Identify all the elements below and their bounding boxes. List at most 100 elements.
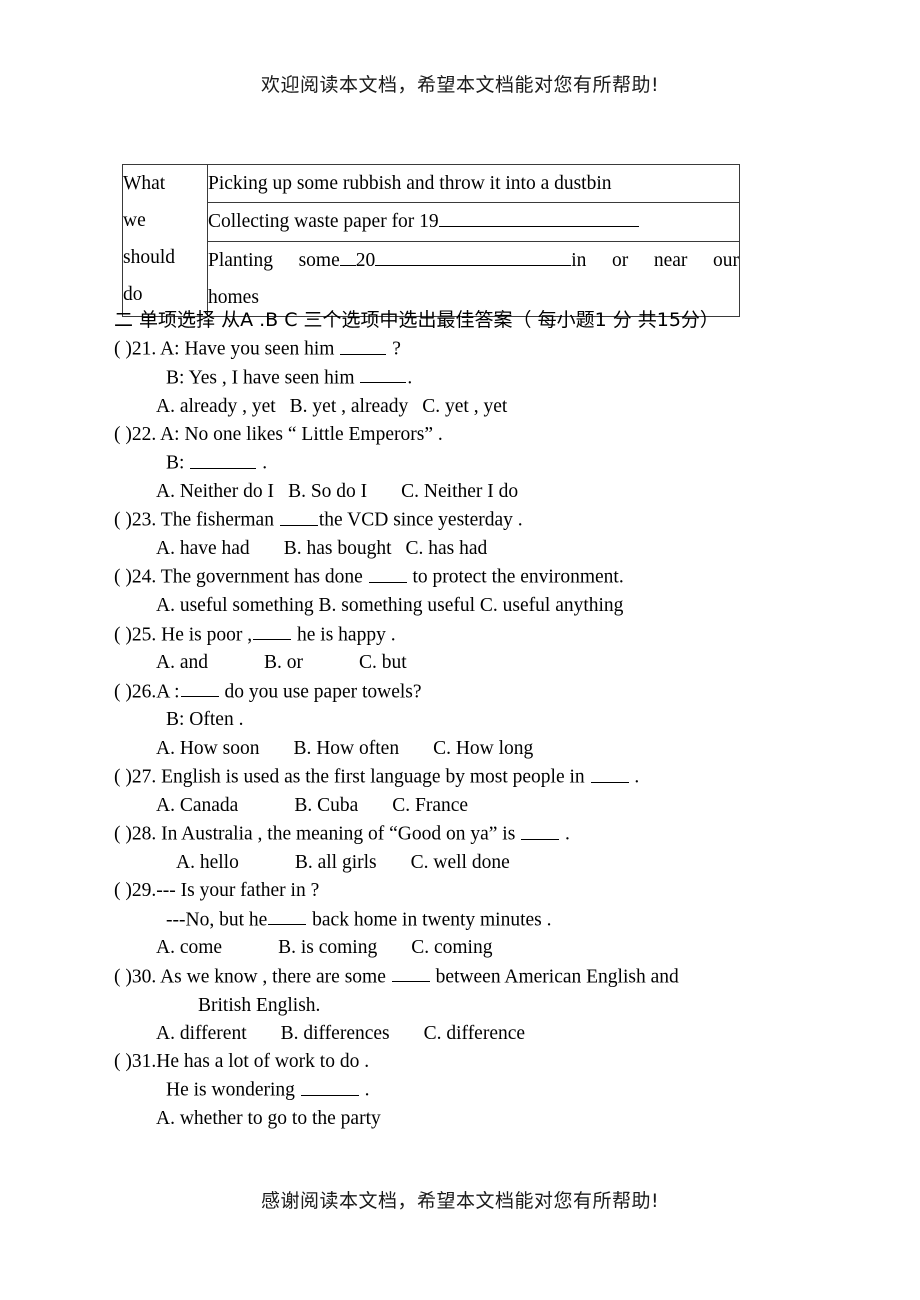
q27-blank[interactable] — [590, 763, 629, 783]
question-28-options: A. hello B. all girls C. well done — [114, 849, 814, 877]
q27-stem-after: . — [634, 766, 640, 788]
document-page: 欢迎阅读本文档，希望本文档能对您有所帮助! What we should do … — [0, 0, 920, 1300]
q29-blank[interactable] — [268, 906, 307, 926]
q21-line-b-before: B: Yes , I have seen him — [166, 367, 355, 389]
q25-marker[interactable]: ( )25. — [114, 624, 156, 645]
q24-blank[interactable] — [368, 563, 407, 583]
q25-stem-after: he is happy . — [297, 624, 396, 646]
table-cell-row2: Collecting waste paper for 19 — [207, 202, 740, 242]
q28-option-a[interactable]: A. hello — [176, 852, 239, 873]
question-30-continuation: British English. — [198, 994, 321, 1016]
question-27-stem: ( )27. English is used as the first lang… — [114, 763, 814, 792]
question-22-line-b: B: . — [114, 449, 814, 478]
q21-blank-a[interactable] — [340, 335, 387, 355]
question-31-line-b: He is wondering . — [114, 1076, 814, 1105]
q27-option-b[interactable]: B. Cuba — [294, 795, 358, 816]
q30-marker[interactable]: ( )30. — [114, 966, 156, 987]
q27-marker[interactable]: ( )27. — [114, 767, 156, 788]
q29-line-b-before: ---No, but he — [166, 909, 268, 931]
q21-blank-b[interactable] — [360, 364, 407, 384]
q22-marker[interactable]: ( )22. — [114, 424, 156, 445]
q26-option-a[interactable]: A. How soon — [156, 738, 259, 759]
q24-option-a[interactable]: A. useful something — [156, 595, 314, 616]
table-row: What we should do Picking up some rubbis… — [122, 164, 740, 317]
q28-option-b[interactable]: B. all girls — [295, 852, 377, 873]
q30-option-a[interactable]: A. different — [156, 1023, 247, 1044]
question-29-line-b: ---No, but he back home in twenty minute… — [114, 906, 814, 935]
q23-marker[interactable]: ( )23. — [114, 510, 156, 531]
question-31-stem: ( )31.He has a lot of work to do . — [114, 1048, 814, 1076]
q23-blank[interactable] — [279, 506, 318, 526]
q31-option-a[interactable]: A. whether to go to the party — [156, 1108, 381, 1129]
q28-stem-before: In Australia , the meaning of “Good on y… — [161, 823, 516, 845]
row3-answer-blank[interactable] — [375, 265, 572, 266]
question-22-options: A. Neither do I B. So do I C. Neither I do — [114, 478, 814, 506]
q22-option-b[interactable]: B. So do I — [288, 481, 367, 502]
bottom-banner-text: 感谢阅读本文档，希望本文档能对您有所帮助! — [260, 1190, 660, 1212]
question-25-options: A. and B. or C. but — [114, 649, 814, 677]
q26-blank[interactable] — [180, 678, 219, 698]
q21-marker[interactable]: ( )21. — [114, 339, 156, 360]
q30-option-c[interactable]: C. difference — [424, 1023, 525, 1044]
q23-option-c[interactable]: C. has had — [405, 538, 487, 559]
q27-option-c[interactable]: C. France — [392, 795, 468, 816]
q23-option-a[interactable]: A. have had — [156, 538, 250, 559]
q21-option-c[interactable]: C. yet , yet — [422, 396, 507, 417]
row2-answer-blank[interactable] — [438, 226, 639, 227]
q26-option-b[interactable]: B. How often — [293, 738, 399, 759]
question-21-options: A. already , yet B. yet , already C. yet ,… — [114, 393, 814, 421]
q26-marker[interactable]: ( )26. — [114, 681, 156, 702]
q25-option-c[interactable]: C. but — [359, 652, 407, 673]
q24-option-b[interactable]: B. something useful — [318, 595, 475, 616]
q22-option-a[interactable]: A. Neither do I — [156, 481, 274, 502]
q25-option-b[interactable]: B. or — [264, 652, 303, 673]
q27-option-a[interactable]: A. Canada — [156, 795, 238, 816]
q22-blank-b[interactable] — [190, 449, 257, 469]
q30-stem-after: between American English and — [435, 966, 679, 988]
q21-stem-text: A: Have you seen him — [160, 338, 335, 360]
q23-stem-before: The fisherman — [160, 509, 274, 531]
q22-line-b-after: . — [262, 452, 268, 474]
q29-line-b-after: back home in twenty minutes . — [312, 909, 552, 931]
q22-option-c[interactable]: C. Neither I do — [401, 481, 518, 502]
q21-option-a[interactable]: A. already , yet — [156, 396, 276, 417]
q28-option-c[interactable]: C. well done — [411, 852, 510, 873]
q23-option-b[interactable]: B. has bought — [284, 538, 392, 559]
q31-line-b-after: . — [364, 1079, 370, 1101]
q29-option-c[interactable]: C. coming — [411, 937, 492, 958]
q30-blank[interactable] — [391, 963, 430, 983]
row3-line-1: Planting some 20 in or near our — [208, 242, 739, 279]
q31-blank[interactable] — [300, 1076, 359, 1096]
question-23-stem: ( )23. The fisherman the VCD since yeste… — [114, 506, 814, 535]
q21-option-b[interactable]: B. yet , already — [290, 396, 409, 417]
q31-marker[interactable]: ( )31. — [114, 1051, 156, 1072]
q28-blank[interactable] — [521, 820, 560, 840]
q24-stem-after: to protect the environment. — [412, 566, 624, 588]
question-23-options: A. have had B. has bought C. has had — [114, 535, 814, 563]
q22-stem-text: A: No one likes “ Little Emperors” . — [160, 423, 443, 445]
q25-option-a[interactable]: A. and — [156, 652, 208, 673]
question-30-options: A. different B. differences C. difference — [114, 1020, 814, 1048]
question-26-stem: ( )26.A : do you use paper towels? — [114, 678, 814, 707]
q27-stem-before: English is used as the first language by… — [161, 766, 585, 788]
question-24-stem: ( )24. The government has done to protec… — [114, 563, 814, 592]
q21-line-b-after: . — [407, 367, 413, 389]
q30-stem-before: As we know , there are some — [160, 966, 386, 988]
q29-marker[interactable]: ( )29. — [114, 880, 156, 901]
q30-option-b[interactable]: B. differences — [281, 1023, 390, 1044]
question-24-options: A. useful something B. something useful … — [114, 592, 814, 620]
q24-marker[interactable]: ( )24. — [114, 567, 156, 588]
q29-option-a[interactable]: A. come — [156, 937, 222, 958]
question-content: 二 单项选择 从A .B C 三个选项中选出最佳答案（ 每小题1 分 共15分）… — [114, 305, 814, 1134]
q29-option-b[interactable]: B. is coming — [278, 937, 377, 958]
q24-option-c[interactable]: C. useful anything — [480, 595, 624, 616]
q25-blank[interactable] — [253, 621, 292, 641]
row3-blank-pre[interactable] — [339, 265, 356, 266]
q28-marker[interactable]: ( )28. — [114, 824, 156, 845]
q23-stem-after: the VCD since yesterday . — [318, 509, 523, 531]
q26-option-c[interactable]: C. How long — [433, 738, 533, 759]
question-22-stem: ( )22. A: No one likes “ Little Emperors… — [114, 421, 814, 449]
q31-stem-text: He has a lot of work to do . — [156, 1051, 370, 1073]
row3-number: 20 — [355, 250, 376, 271]
table-row: Collecting waste paper for 19 — [123, 202, 740, 242]
